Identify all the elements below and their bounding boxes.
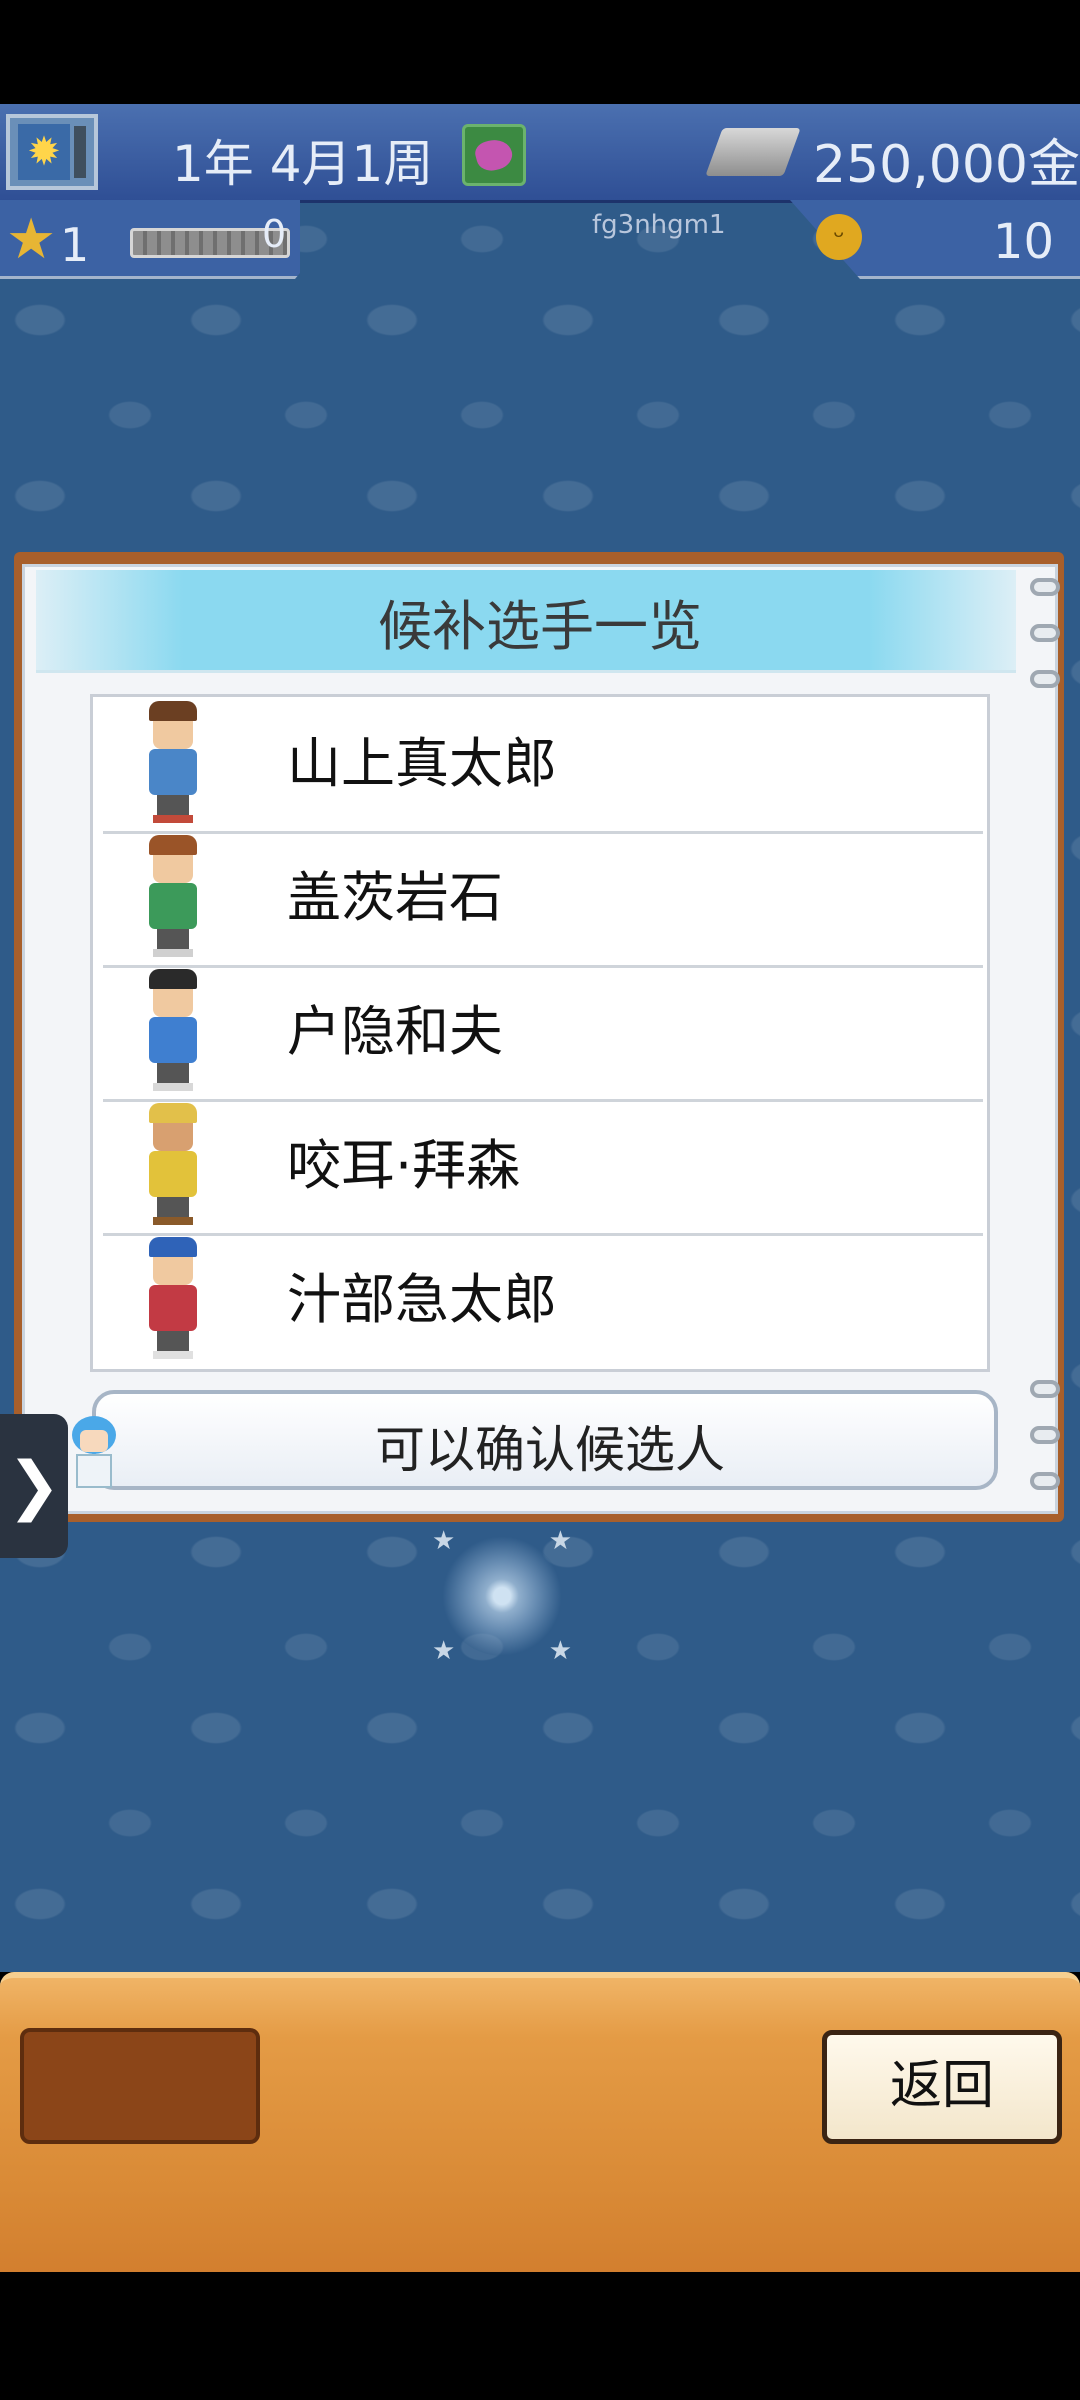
binder-ring — [1030, 1380, 1060, 1398]
gem-icon[interactable] — [462, 124, 526, 186]
money-display: 250,000金 — [812, 135, 1080, 195]
bottom-empty-slot[interactable] — [20, 2028, 260, 2144]
settings-button[interactable]: ✹ — [6, 114, 98, 190]
status-bar — [0, 0, 1080, 104]
fans-display: 10 — [992, 214, 1054, 270]
candidate-name: 户隐和夫 — [287, 1000, 503, 1063]
assistant-avatar — [66, 1416, 122, 1488]
smile-icon: ᵕ — [816, 214, 862, 260]
confirm-candidates-label: 可以确认候选人 — [375, 1421, 725, 1479]
binder-ring — [1030, 578, 1060, 596]
candidate-row[interactable]: 户隐和夫 — [103, 965, 983, 1102]
panel-title: 候补选手一览 — [378, 595, 702, 658]
candidate-list: 山上真太郎盖茨岩石户隐和夫咬耳·拜森汁部急太郎 — [90, 694, 990, 1372]
candidate-avatar — [143, 1103, 203, 1225]
user-id: fg3nhgm1 — [592, 210, 726, 240]
candidate-name: 盖茨岩石 — [287, 866, 503, 929]
candidate-name: 山上真太郎 — [287, 732, 557, 795]
candidate-row[interactable]: 咬耳·拜森 — [103, 1099, 983, 1236]
binder-ring — [1030, 670, 1060, 688]
settings-button-bar — [74, 126, 86, 178]
level-display: 1 — [60, 218, 90, 272]
binder-ring — [1030, 624, 1060, 642]
exp-value: 0 — [262, 212, 287, 256]
candidate-name: 咬耳·拜森 — [287, 1134, 521, 1197]
candidate-name: 汁部急太郎 — [287, 1268, 557, 1331]
emblem-icon: ★ ★ ★ ★ — [432, 1526, 572, 1666]
candidate-row[interactable]: 盖茨岩石 — [103, 831, 983, 968]
star-icon: ★ — [6, 207, 57, 272]
system-nav-bar — [0, 2272, 1080, 2400]
candidate-avatar — [143, 969, 203, 1091]
candidate-avatar — [143, 701, 203, 823]
date-display: 1年 4月1周 — [172, 135, 434, 193]
back-button[interactable]: 返回 — [822, 2030, 1062, 2144]
side-expand-tab[interactable]: ❯ — [0, 1414, 68, 1558]
candidate-row[interactable]: 汁部急太郎 — [103, 1233, 983, 1367]
gear-icon: ✹ — [18, 124, 70, 180]
candidate-avatar — [143, 835, 203, 957]
candidate-row[interactable]: 山上真太郎 — [103, 697, 983, 834]
candidate-avatar — [143, 1237, 203, 1359]
